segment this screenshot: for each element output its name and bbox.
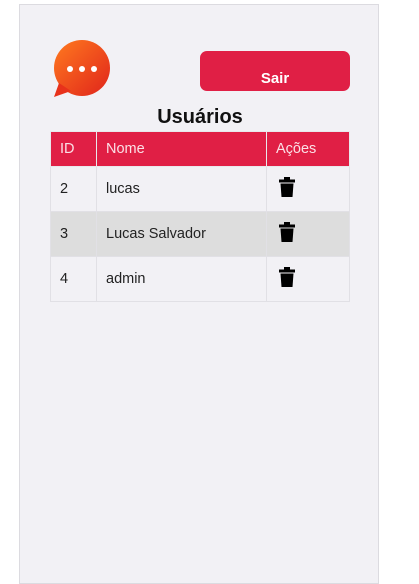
cell-id: 2 bbox=[50, 166, 97, 212]
table-row: 2 lucas bbox=[50, 166, 350, 212]
table-row: 3 Lucas Salvador bbox=[50, 211, 350, 257]
table-header-row: ID Nome Ações bbox=[50, 131, 350, 167]
cell-actions bbox=[266, 211, 350, 257]
cell-name: Lucas Salvador bbox=[96, 211, 267, 257]
cell-actions bbox=[266, 166, 350, 212]
cell-name: lucas bbox=[96, 166, 267, 212]
logout-button[interactable]: Sair bbox=[200, 51, 350, 91]
chat-bubble-icon bbox=[54, 40, 110, 97]
trash-icon[interactable] bbox=[279, 222, 295, 242]
column-header-id: ID bbox=[50, 131, 97, 167]
cell-name: admin bbox=[96, 256, 267, 302]
trash-icon[interactable] bbox=[279, 267, 295, 287]
cell-id: 3 bbox=[50, 211, 97, 257]
users-table: ID Nome Ações 2 lucas 3 Lucas Salvador 4… bbox=[50, 131, 350, 302]
cell-actions bbox=[266, 256, 350, 302]
page-title: Usuários bbox=[157, 106, 243, 128]
column-header-actions: Ações bbox=[266, 131, 350, 167]
table-row: 4 admin bbox=[50, 256, 350, 302]
trash-icon[interactable] bbox=[279, 177, 295, 197]
cell-id: 4 bbox=[50, 256, 97, 302]
column-header-name: Nome bbox=[96, 131, 267, 167]
